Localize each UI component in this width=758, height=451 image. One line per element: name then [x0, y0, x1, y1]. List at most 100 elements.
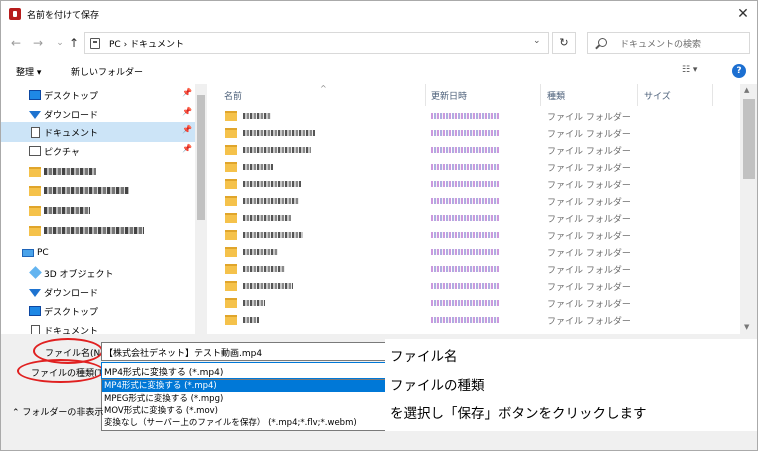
sidebar-item-label [44, 168, 96, 175]
file-row[interactable]: ファイル フォルダー [217, 277, 737, 294]
file-row[interactable]: ファイル フォルダー [217, 124, 737, 141]
new-folder-button[interactable]: 新しいフォルダー [71, 65, 143, 78]
file-type: ファイル フォルダー [547, 147, 631, 157]
sidebar-item-downloads[interactable]: ダウンロード [0, 282, 195, 302]
sidebar-item-label [44, 207, 90, 214]
file-type: ファイル フォルダー [547, 198, 631, 208]
sidebar-item-pc[interactable]: PC [0, 244, 195, 264]
sidebar-item-desktop[interactable]: デスクトップ [0, 301, 195, 321]
sidebar-item-label: デスクトップ [44, 308, 99, 318]
file-name [243, 317, 259, 323]
file-name [243, 164, 273, 170]
chevron-down-icon[interactable]: ⌄ [533, 36, 541, 46]
sidebar-item-folder[interactable] [0, 201, 195, 221]
scroll-down-icon[interactable]: ▼ [744, 323, 749, 331]
folder-icon [225, 162, 237, 172]
folder-icon [225, 179, 237, 189]
sidebar-item-label [44, 187, 129, 194]
column-header-modified[interactable]: 更新日時 [431, 89, 467, 102]
file-name [243, 130, 315, 136]
file-date [431, 317, 499, 323]
search-icon [598, 38, 607, 47]
sidebar-item-downloads[interactable]: ダウンロード 📌 [0, 104, 195, 124]
file-row[interactable]: ファイル フォルダー [217, 141, 737, 158]
file-date [431, 232, 499, 238]
refresh-button[interactable]: ↻ [552, 32, 576, 54]
column-header-name[interactable]: 名前 [224, 89, 242, 102]
back-arrow-icon[interactable]: ← [8, 34, 24, 52]
file-date [431, 300, 499, 306]
filetype-value: MP4形式に変換する (*.mp4) [104, 368, 224, 378]
nav-scrollbar-thumb[interactable] [197, 95, 205, 220]
file-list: ^ 名前 更新日時 種類 サイズ ファイル フォルダー ファイル フォルダー フ… [207, 84, 758, 334]
folder-icon [225, 230, 237, 240]
search-input[interactable]: ドキュメントの検索 [587, 32, 750, 54]
sidebar-item-label: ドキュメント [44, 129, 99, 139]
file-row[interactable]: ファイル フォルダー [217, 192, 737, 209]
organize-button[interactable]: 整理 ▾ [16, 65, 41, 78]
pc-icon [22, 249, 34, 257]
file-row[interactable]: ファイル フォルダー [217, 158, 737, 175]
folder-icon [225, 128, 237, 138]
file-row[interactable]: ファイル フォルダー [217, 226, 737, 243]
column-header-type[interactable]: 種類 [547, 89, 565, 102]
highlight-ellipse [17, 359, 104, 383]
file-row[interactable]: ファイル フォルダー [217, 243, 737, 260]
column-divider[interactable] [425, 84, 426, 106]
file-date [431, 147, 499, 153]
filename-value: 【株式会社デネット】テスト動画.mp4 [104, 349, 263, 359]
file-type: ファイル フォルダー [547, 317, 631, 327]
file-type: ファイル フォルダー [547, 164, 631, 174]
file-name [243, 283, 293, 289]
scroll-up-icon[interactable]: ▲ [744, 86, 749, 94]
sidebar-item-label: ダウンロード [44, 111, 99, 121]
address-bar[interactable]: PC › ドキュメント ⌄ [84, 32, 549, 54]
sidebar-item-folder[interactable] [0, 221, 195, 241]
sidebar-item-pictures[interactable]: ピクチャ 📌 [0, 141, 195, 161]
sidebar-item-3d-objects[interactable]: 3D オブジェクト [0, 263, 195, 283]
file-type: ファイル フォルダー [547, 249, 631, 259]
column-divider[interactable] [712, 84, 713, 106]
sidebar-item-documents[interactable]: ドキュメント 📌 [0, 122, 195, 142]
forward-arrow-icon[interactable]: → [30, 34, 46, 52]
folder-icon [225, 213, 237, 223]
hide-folders-button[interactable]: ⌃ フォルダーの非表示 [12, 405, 103, 418]
app-icon [9, 8, 21, 20]
desktop-icon [29, 90, 41, 100]
sidebar-item-desktop[interactable]: デスクトップ 📌 [0, 85, 195, 105]
close-icon[interactable]: ✕ [728, 0, 758, 28]
file-row[interactable]: ファイル フォルダー [217, 311, 737, 328]
breadcrumb[interactable]: PC › ドキュメント [109, 37, 184, 50]
view-options-button[interactable]: ☷ ▾ [682, 65, 697, 75]
sidebar-item-label: ダウンロード [44, 289, 99, 299]
file-list-scrollbar-thumb[interactable] [743, 99, 755, 179]
sidebar-item-folder[interactable] [0, 181, 195, 201]
sidebar-item-folder[interactable] [0, 162, 195, 182]
sidebar-item-documents[interactable]: ドキュメント [0, 320, 195, 334]
toolbar: 整理 ▾ 新しいフォルダー ☷ ▾ ? [0, 60, 758, 84]
hide-folders-label: フォルダーの非表示 [22, 408, 104, 418]
file-name [243, 232, 303, 238]
file-date [431, 198, 499, 204]
column-divider[interactable] [637, 84, 638, 106]
file-date [431, 164, 499, 170]
file-date [431, 215, 499, 221]
search-placeholder: ドキュメントの検索 [620, 40, 702, 50]
up-arrow-icon[interactable]: ↑ [66, 34, 82, 52]
column-header-size[interactable]: サイズ [644, 89, 671, 102]
3d-objects-icon [29, 266, 42, 279]
file-date [431, 249, 499, 255]
sidebar-item-label: ピクチャ [44, 148, 80, 158]
file-name [243, 249, 278, 255]
folder-icon [29, 206, 41, 216]
file-row[interactable]: ファイル フォルダー [217, 175, 737, 192]
window-title: 名前を付けて保存 [27, 11, 100, 21]
file-row[interactable]: ファイル フォルダー [217, 294, 737, 311]
column-divider[interactable] [540, 84, 541, 106]
desktop-icon [29, 306, 41, 316]
file-row[interactable]: ファイル フォルダー [217, 209, 737, 226]
file-row[interactable]: ファイル フォルダー [217, 107, 737, 124]
help-icon[interactable]: ? [732, 64, 746, 78]
file-row[interactable]: ファイル フォルダー [217, 260, 737, 277]
download-icon [29, 111, 41, 119]
